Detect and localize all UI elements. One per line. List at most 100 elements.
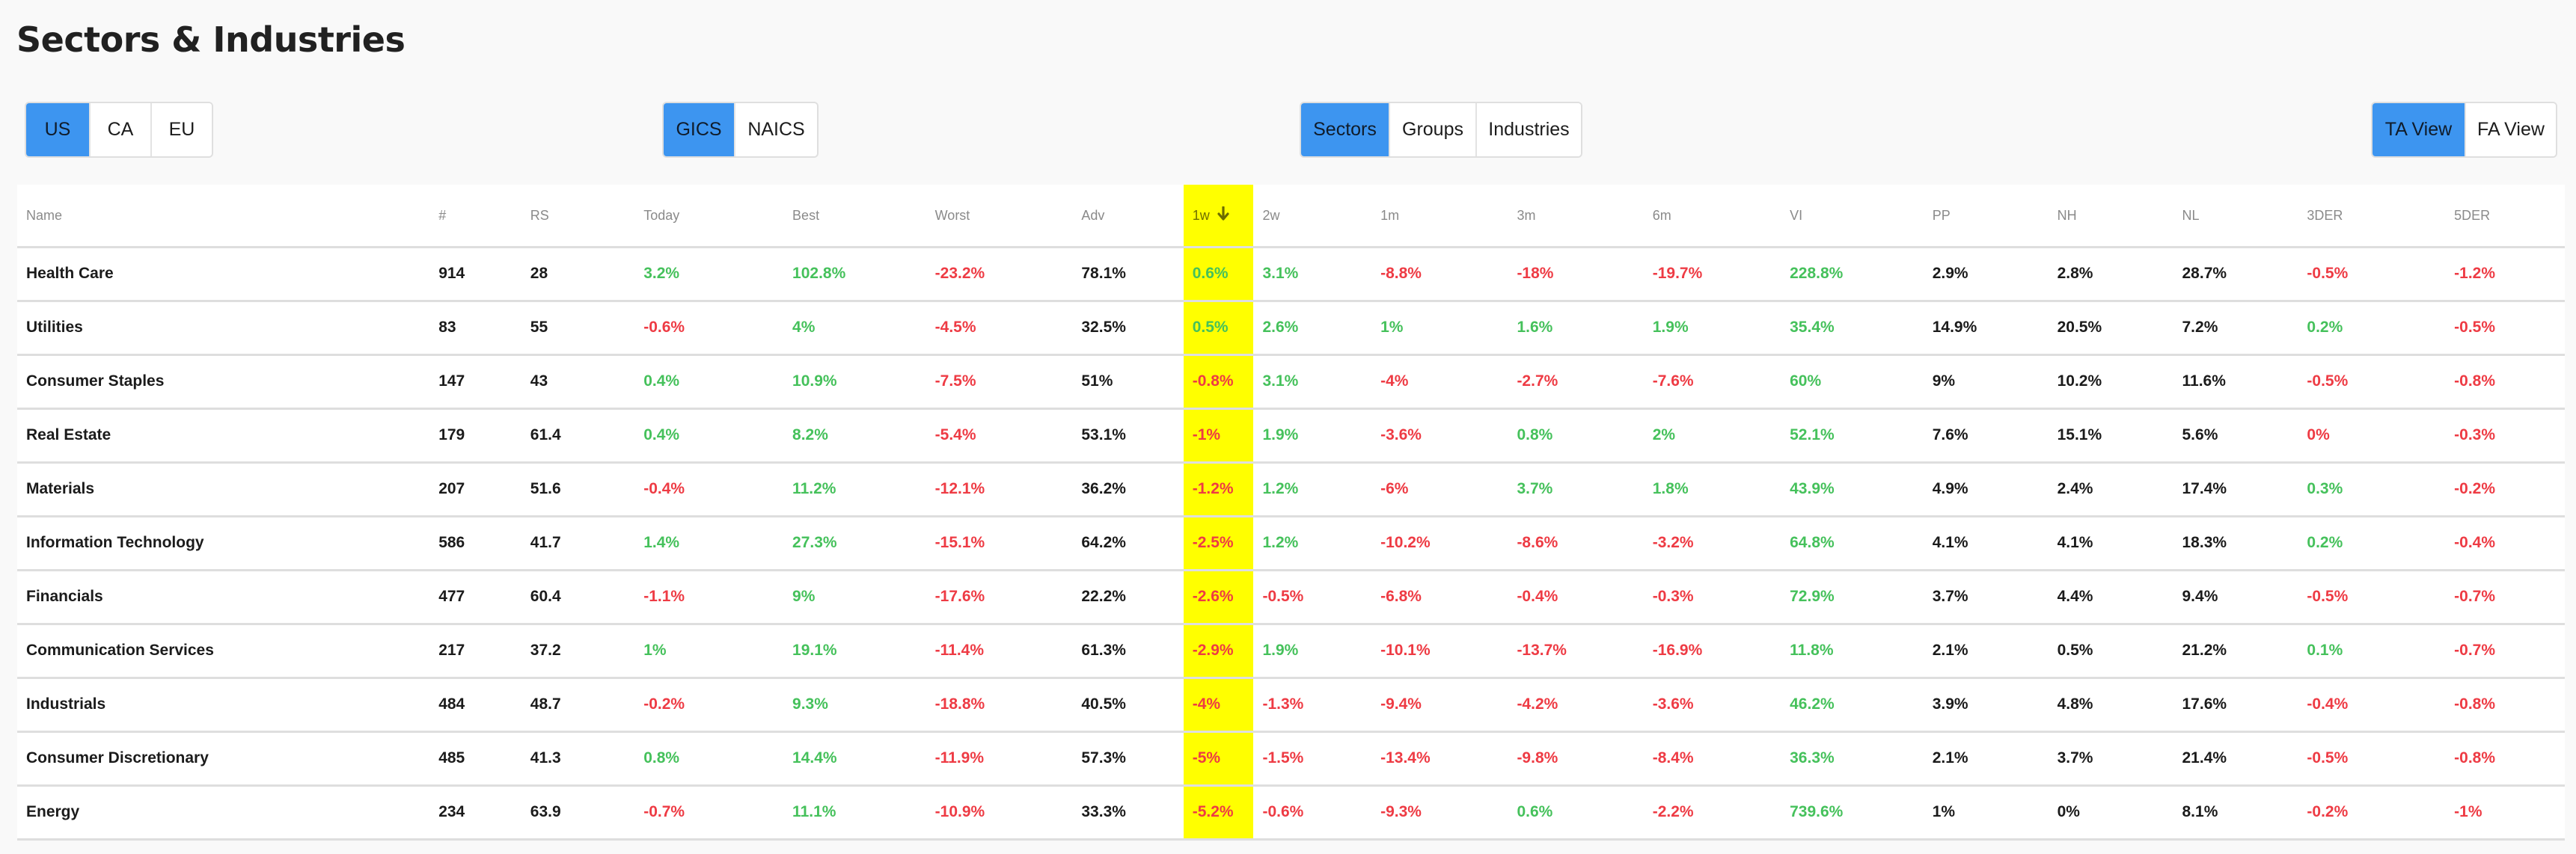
cell-pp: 2.9% xyxy=(1923,247,2049,302)
column-header-label: NL xyxy=(2182,208,2200,224)
view-button-fa[interactable]: FA View xyxy=(2464,103,2556,156)
cell-1w: -1.2% xyxy=(1183,462,1254,517)
column-header-3m[interactable]: 3m xyxy=(1508,185,1644,248)
cell-pp: 14.9% xyxy=(1923,301,2049,356)
cell-3der: 0.1% xyxy=(2298,624,2446,679)
table-row[interactable]: Real Estate 179 61.4 0.4% 8.2% -5.4% 53.1% -1% 1… xyxy=(17,408,2565,464)
column-header-6m[interactable]: 6m xyxy=(1643,185,1781,248)
table-row[interactable]: Consumer Staples 147 43 0.4% 10.9% -7.5% 51% -0… xyxy=(17,354,2565,410)
cell-3m: -2.7% xyxy=(1508,354,1644,410)
cell-worst: -18.8% xyxy=(926,678,1073,733)
column-header-best[interactable]: Best xyxy=(783,185,926,248)
sector-name-cell[interactable]: Utilities xyxy=(17,301,430,356)
cell-count: 586 xyxy=(429,516,521,571)
cell-rs: 60.4 xyxy=(521,570,635,625)
table-row[interactable]: Consumer Discretionary 485 41.3 0.8% 14.4% -1… xyxy=(17,731,2565,787)
cell-3m: -4.2% xyxy=(1508,678,1644,733)
table-row[interactable]: Industrials 484 48.7 -0.2% 9.3% -18.8% 40.5% -4… xyxy=(17,678,2565,733)
sector-name-cell[interactable]: Materials xyxy=(17,462,430,517)
column-header-label: 1w xyxy=(1192,207,1210,223)
cell-nl: 28.7% xyxy=(2173,247,2298,302)
cell-5der: -0.7% xyxy=(2445,624,2565,679)
table-row[interactable]: Health Care 914 28 3.2% 102.8% -23.2% 78.1% 0.6… xyxy=(17,247,2565,302)
cell-worst: -5.4% xyxy=(926,408,1073,464)
cell-3der: 0% xyxy=(2298,408,2446,464)
column-header-nh[interactable]: NH xyxy=(2048,185,2173,248)
column-header-rs[interactable]: RS xyxy=(521,185,635,248)
classification-button-gics[interactable]: GICS xyxy=(664,103,735,156)
classification-button-naics[interactable]: NAICS xyxy=(734,103,817,156)
cell-6m: -19.7% xyxy=(1643,247,1781,302)
cell-3m: 0.6% xyxy=(1508,785,1644,841)
sector-name-cell[interactable]: Consumer Staples xyxy=(17,354,430,410)
cell-nh: 0% xyxy=(2048,785,2173,841)
cell-worst: -4.5% xyxy=(926,301,1073,356)
cell-best: 27.3% xyxy=(783,516,926,571)
cell-worst: -23.2% xyxy=(926,247,1073,302)
cell-adv: 78.1% xyxy=(1072,247,1184,302)
column-header-3der[interactable]: 3DER xyxy=(2298,185,2446,248)
cell-nl: 21.2% xyxy=(2173,624,2298,679)
cell-pp: 1% xyxy=(1923,785,2049,841)
cell-worst: -10.9% xyxy=(926,785,1073,841)
cell-5der: -0.5% xyxy=(2445,301,2565,356)
table-row[interactable]: Materials 207 51.6 -0.4% 11.2% -12.1% 36.2% -1.… xyxy=(17,462,2565,517)
column-header-adv[interactable]: Adv xyxy=(1072,185,1184,248)
table-row[interactable]: Communication Services 217 37.2 1% 19.1% -11.… xyxy=(17,624,2565,679)
cell-nh: 3.7% xyxy=(2048,731,2173,787)
column-header-name[interactable]: Name xyxy=(17,185,430,248)
cell-worst: -7.5% xyxy=(926,354,1073,410)
column-header-today[interactable]: Today xyxy=(634,185,784,248)
cell-best: 19.1% xyxy=(783,624,926,679)
column-header-2w[interactable]: 2w xyxy=(1253,185,1372,248)
column-header-count[interactable]: # xyxy=(429,185,521,248)
table-row[interactable]: Financials 477 60.4 -1.1% 9% -17.6% 22.2% -2.6%… xyxy=(17,570,2565,625)
column-header-1m[interactable]: 1m xyxy=(1371,185,1508,248)
cell-6m: -3.6% xyxy=(1643,678,1781,733)
sector-name-cell[interactable]: Consumer Discretionary xyxy=(17,731,430,787)
cell-rs: 48.7 xyxy=(521,678,635,733)
page-title: Sectors & Industries xyxy=(16,19,406,60)
column-header-label: # xyxy=(438,208,447,224)
level-button-groups[interactable]: Groups xyxy=(1389,103,1475,156)
sector-name-cell[interactable]: Financials xyxy=(17,570,430,625)
cell-3der: -0.5% xyxy=(2298,731,2446,787)
cell-3der: -0.5% xyxy=(2298,354,2446,410)
sector-name-cell[interactable]: Industrials xyxy=(17,678,430,733)
cell-best: 102.8% xyxy=(783,247,926,302)
cell-count: 485 xyxy=(429,731,521,787)
region-button-us[interactable]: US xyxy=(26,103,89,156)
cell-3m: -9.8% xyxy=(1508,731,1644,787)
column-header-worst[interactable]: Worst xyxy=(926,185,1073,248)
table-row[interactable]: Utilities 83 55 -0.6% 4% -4.5% 32.5% 0.5% 2.6% 1%… xyxy=(17,301,2565,356)
sector-name-cell[interactable]: Real Estate xyxy=(17,408,430,464)
cell-today: -0.4% xyxy=(634,462,784,517)
cell-vi: 72.9% xyxy=(1781,570,1924,625)
column-header-5der[interactable]: 5DER xyxy=(2445,185,2565,248)
column-header-1w[interactable]: 1w xyxy=(1183,185,1254,248)
cell-nl: 8.1% xyxy=(2173,785,2298,841)
cell-worst: -11.4% xyxy=(926,624,1073,679)
sector-name-cell[interactable]: Energy xyxy=(17,785,430,841)
view-button-ta[interactable]: TA View xyxy=(2372,103,2465,156)
sector-name-cell[interactable]: Communication Services xyxy=(17,624,430,679)
cell-nh: 20.5% xyxy=(2048,301,2173,356)
column-header-pp[interactable]: PP xyxy=(1923,185,2049,248)
cell-count: 83 xyxy=(429,301,521,356)
cell-count: 207 xyxy=(429,462,521,517)
region-button-eu[interactable]: EU xyxy=(150,103,212,156)
cell-adv: 22.2% xyxy=(1072,570,1184,625)
table-row[interactable]: Energy 234 63.9 -0.7% 11.1% -10.9% 33.3% -5.2% -… xyxy=(17,785,2565,841)
cell-1m: -10.2% xyxy=(1371,516,1508,571)
level-button-sectors[interactable]: Sectors xyxy=(1301,103,1389,156)
column-header-vi[interactable]: VI xyxy=(1781,185,1924,248)
region-button-ca[interactable]: CA xyxy=(89,103,150,156)
table-row[interactable]: Information Technology 586 41.7 1.4% 27.3% -1… xyxy=(17,516,2565,571)
sector-name-cell[interactable]: Information Technology xyxy=(17,516,430,571)
column-header-nl[interactable]: NL xyxy=(2173,185,2298,248)
level-button-industries[interactable]: Industries xyxy=(1475,103,1581,156)
cell-today: -0.7% xyxy=(634,785,784,841)
cell-6m: -2.2% xyxy=(1643,785,1781,841)
column-header-label: Worst xyxy=(934,208,970,224)
sector-name-cell[interactable]: Health Care xyxy=(17,247,430,302)
